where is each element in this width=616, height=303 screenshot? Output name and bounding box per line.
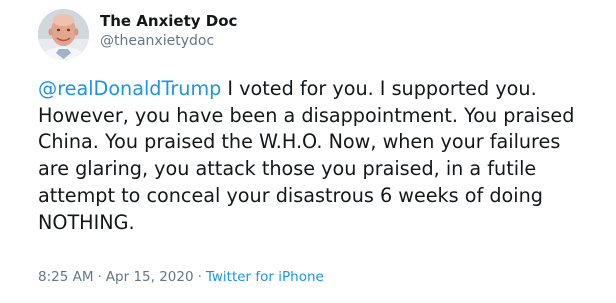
tweet-time[interactable]: 8:25 AM [38,269,94,285]
tweet-meta: 8:25 AM · Apr 15, 2020 · Twitter for iPhone [38,268,324,286]
tweet-line: attempt to conceal your disastrous 6 wee… [38,183,543,207]
tweet-line: @realDonaldTrump I voted for you. I supp… [38,76,608,103]
author-handle[interactable]: @theanxietydoc [100,32,237,50]
tweet-line-text: I voted for you. I supported you. [221,77,537,100]
tweet-text: @realDonaldTrump I voted for you. I supp… [38,76,608,236]
author-block: The Anxiety Doc @theanxietydoc [100,11,237,50]
meta-separator: · [97,269,102,285]
tweet-line: NOTHING. [38,210,135,234]
avatar[interactable] [38,9,89,60]
meta-separator: · [197,269,202,285]
author-display-name[interactable]: The Anxiety Doc [100,11,237,31]
tweet-source-link[interactable]: Twitter for iPhone [206,269,324,285]
tweet-line: are glaring, you attack those you praise… [38,157,537,181]
tweet-line: However, you have been a disappointment.… [38,103,575,127]
mention-link[interactable]: @realDonaldTrump [38,77,221,100]
top-edge [0,0,616,4]
avatar-photo-icon [38,9,89,60]
tweet-date[interactable]: Apr 15, 2020 [106,269,194,285]
tweet-line: China. You praised the W.H.O. Now, when … [38,130,561,154]
